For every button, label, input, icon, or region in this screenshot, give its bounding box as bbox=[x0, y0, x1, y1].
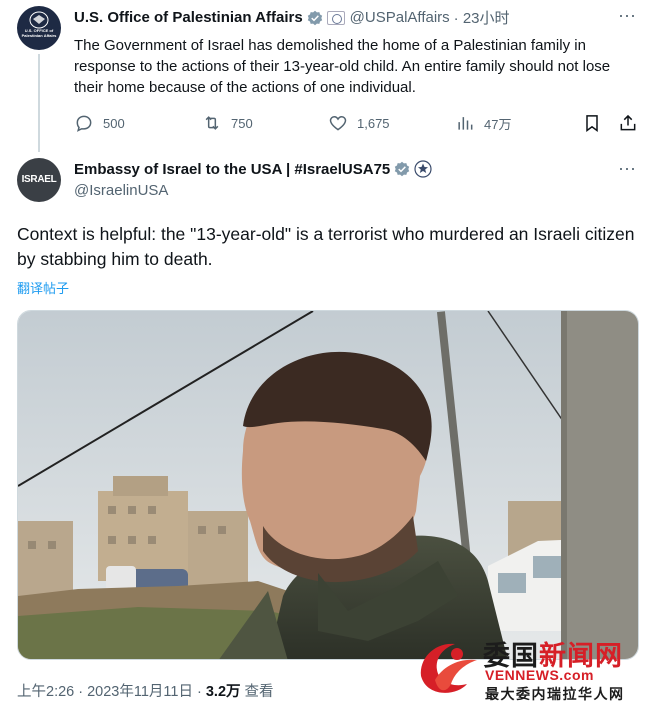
watermark-logo-icon bbox=[420, 643, 477, 693]
author-handle[interactable]: @IsraelinUSA bbox=[74, 182, 168, 199]
tweet-time[interactable]: · 23小时 bbox=[454, 7, 510, 28]
views-icon bbox=[458, 117, 473, 130]
tweet-photo[interactable] bbox=[17, 310, 639, 660]
like-count: 1,675 bbox=[357, 115, 390, 131]
more-icon[interactable]: ··· bbox=[617, 6, 637, 29]
retweet-icon bbox=[205, 116, 219, 130]
avatar[interactable]: ISRAEL bbox=[17, 158, 61, 202]
avatar-label: U.S. OFFICE of Palestinian Affairs bbox=[21, 28, 57, 38]
views-count: 47万 bbox=[484, 116, 512, 132]
tweet-text: The Government of Israel has demolished … bbox=[74, 37, 611, 96]
views-count: 3.2万 bbox=[205, 684, 241, 700]
bookmark-icon bbox=[586, 115, 598, 132]
retweet-button[interactable]: 750 bbox=[202, 113, 253, 133]
tweet-text: Context is helpful: the "13-year-old" is… bbox=[17, 224, 635, 269]
author-handle[interactable]: @USPalAffairs bbox=[350, 9, 450, 26]
tweet-meta: 上午2:26 · 2023年11月11日 · 3.2万 查看 bbox=[17, 680, 274, 701]
share-button[interactable] bbox=[618, 113, 638, 133]
timestamp[interactable]: 上午2:26 · 2023年11月11日 · bbox=[17, 684, 206, 700]
reply-icon bbox=[76, 115, 92, 132]
tweet-actions: 500 750 1,675 47万 bbox=[74, 113, 640, 135]
seal-icon bbox=[29, 11, 49, 29]
tweet-header: U.S. Office of Palestinian Affairs @USPa… bbox=[74, 7, 510, 28]
reply-count: 500 bbox=[103, 115, 125, 131]
verified-icon bbox=[307, 10, 322, 25]
reply-button[interactable]: 500 bbox=[74, 113, 125, 133]
photo-image bbox=[18, 311, 638, 659]
government-emblem-icon bbox=[414, 160, 432, 178]
watermark-tagline: 最大委内瑞拉华人网 bbox=[485, 686, 625, 702]
avatar[interactable]: U.S. OFFICE of Palestinian Affairs bbox=[17, 6, 61, 50]
views-button[interactable]: 47万 bbox=[455, 113, 511, 133]
avatar-label: ISRAEL bbox=[21, 174, 57, 185]
bookmark-button[interactable] bbox=[582, 113, 602, 133]
translate-link[interactable]: 翻译帖子 bbox=[17, 278, 69, 297]
watermark-domain: VENNEWS.com bbox=[485, 667, 594, 683]
share-icon bbox=[620, 114, 636, 131]
like-button[interactable]: 1,675 bbox=[328, 113, 390, 133]
like-icon bbox=[329, 115, 347, 131]
government-flag-icon bbox=[326, 10, 345, 25]
views-label: 查看 bbox=[240, 684, 274, 700]
retweet-count: 750 bbox=[231, 115, 253, 131]
author-name[interactable]: Embassy of Israel to the USA | #IsraelUS… bbox=[74, 161, 390, 178]
tweet-header: Embassy of Israel to the USA | #IsraelUS… bbox=[74, 160, 432, 178]
more-icon[interactable]: ··· bbox=[617, 159, 637, 182]
parent-tweet[interactable]: U.S. OFFICE of Palestinian Affairs U.S. … bbox=[0, 0, 655, 152]
author-name[interactable]: U.S. Office of Palestinian Affairs bbox=[74, 9, 303, 26]
verified-icon bbox=[395, 161, 410, 177]
watermark: 委国新闻网 VENNEWS.com 最大委内瑞拉华人网 bbox=[413, 634, 649, 702]
thread-connector bbox=[38, 54, 40, 152]
